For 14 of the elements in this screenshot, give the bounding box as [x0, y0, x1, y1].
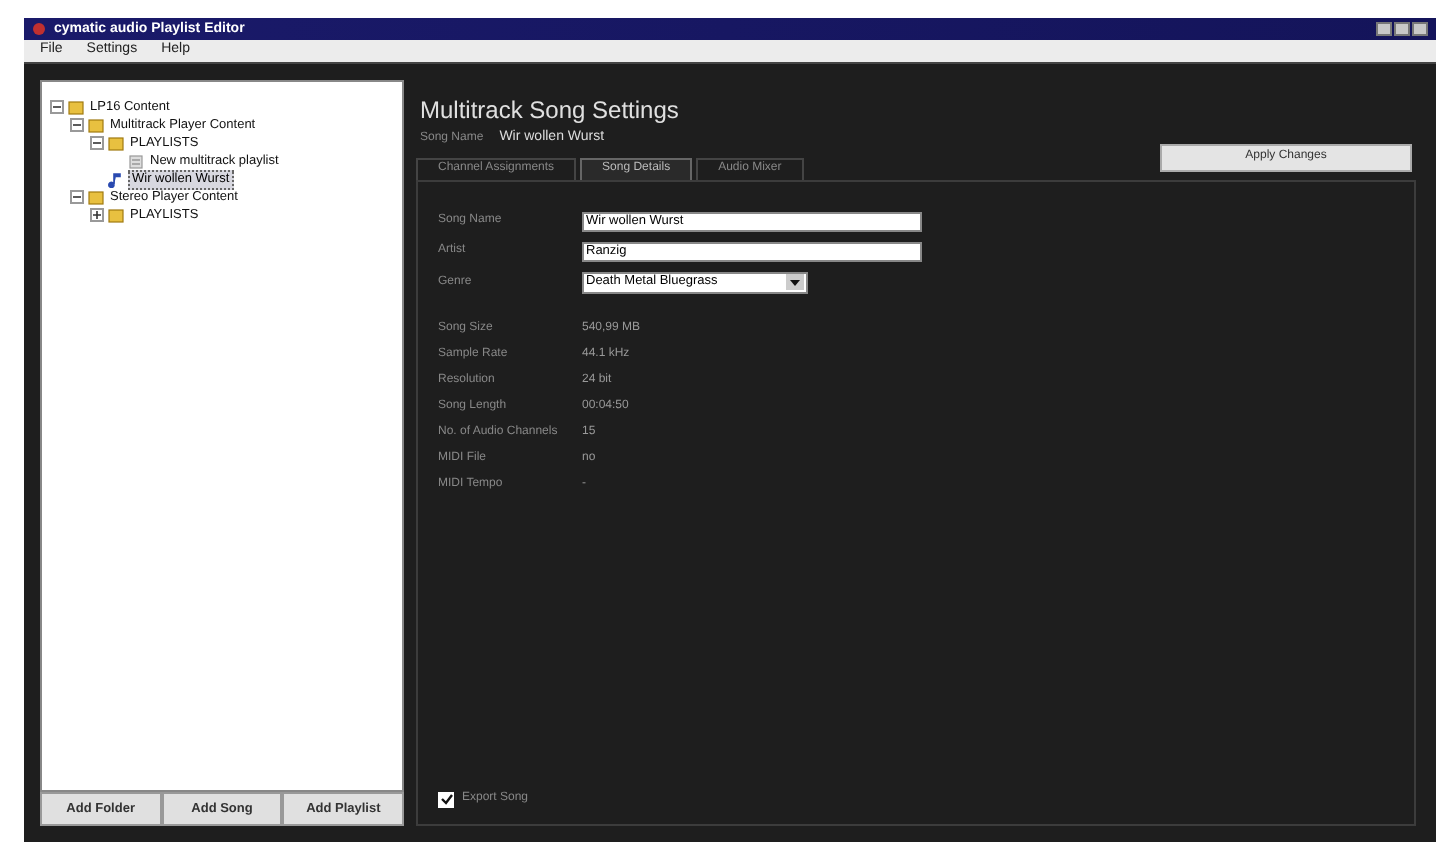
- app-icon: [32, 22, 46, 36]
- collapse-toggle[interactable]: [50, 100, 64, 114]
- music-note-icon: [108, 171, 124, 187]
- export-song-checkbox[interactable]: [438, 791, 454, 807]
- maximize-button[interactable]: [1394, 22, 1410, 36]
- expand-toggle[interactable]: [90, 208, 104, 222]
- collapse-toggle[interactable]: [70, 190, 84, 204]
- collapse-toggle[interactable]: [70, 118, 84, 132]
- list-icon: [128, 153, 144, 169]
- section-heading: Multitrack Song Settings: [420, 98, 681, 122]
- close-button[interactable]: [1412, 22, 1428, 36]
- minimize-button[interactable]: [1376, 22, 1392, 36]
- dropdown-arrow-icon[interactable]: [786, 274, 804, 290]
- collapse-toggle[interactable]: [90, 136, 104, 150]
